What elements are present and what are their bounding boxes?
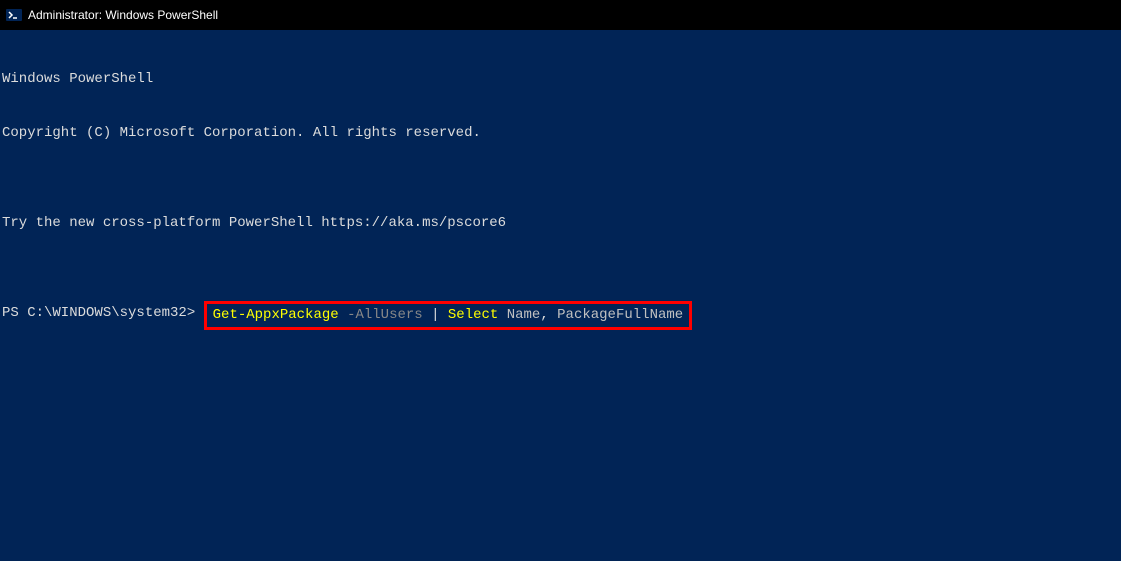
cmdlet-param: -AllUsers — [339, 307, 423, 323]
terminal-output-line: Windows PowerShell — [2, 70, 1119, 88]
prompt: PS C:\WINDOWS\system32> — [2, 304, 204, 322]
comma: , — [540, 307, 548, 323]
window-title: Administrator: Windows PowerShell — [28, 8, 218, 22]
prompt-line[interactable]: PS C:\WINDOWS\system32> Get-AppxPackage … — [2, 304, 1119, 330]
window-titlebar[interactable]: Administrator: Windows PowerShell — [0, 0, 1121, 30]
command-highlight-box: Get-AppxPackage -AllUsers | Select Name,… — [204, 301, 693, 330]
powershell-icon — [6, 7, 22, 23]
pipe-operator: | — [423, 307, 448, 323]
terminal-output-line: Try the new cross-platform PowerShell ht… — [2, 214, 1119, 232]
cmdlet: Select — [448, 307, 498, 323]
cmdlet-arg: Name — [498, 307, 540, 323]
terminal-output-line: Copyright (C) Microsoft Corporation. All… — [2, 124, 1119, 142]
cmdlet-arg: PackageFullName — [549, 307, 683, 323]
cmdlet: Get-AppxPackage — [213, 307, 339, 323]
terminal-body[interactable]: Windows PowerShell Copyright (C) Microso… — [0, 30, 1121, 352]
